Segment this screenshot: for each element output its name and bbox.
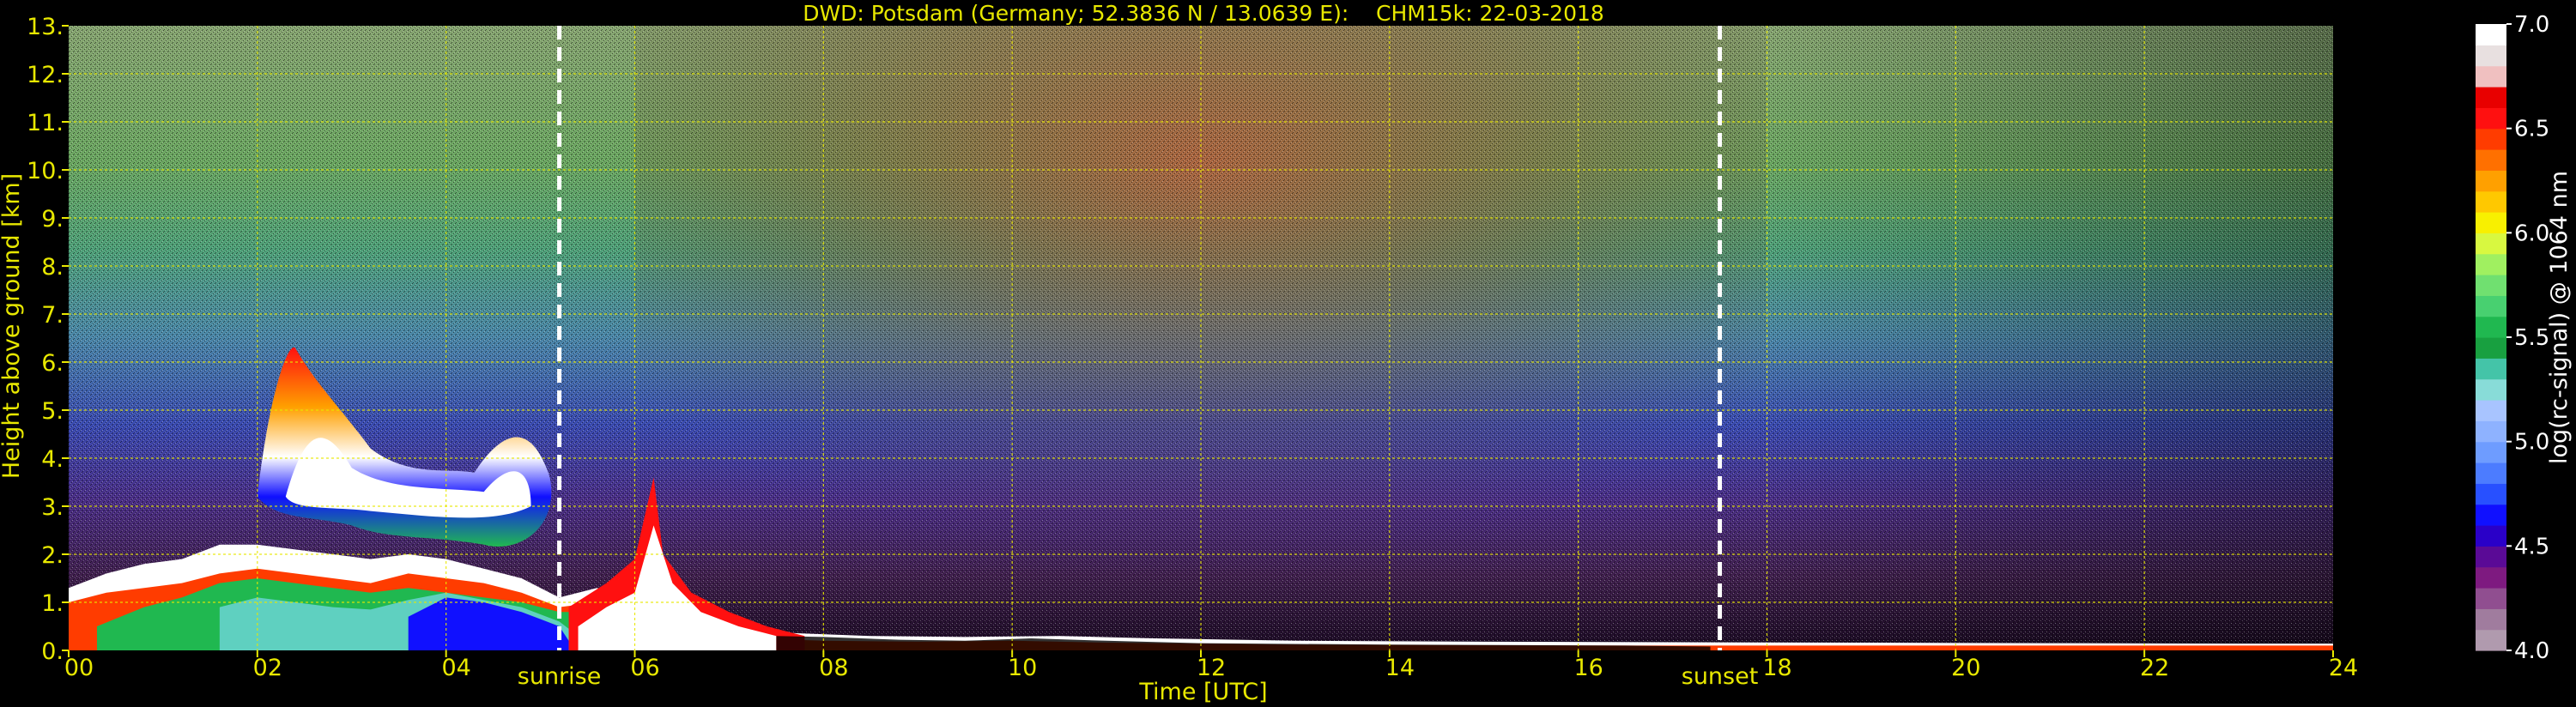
colorbar-segment [2476,190,2506,213]
x-tick-label: 14 [1385,655,1415,681]
colorbar-segment [2476,107,2506,130]
colorbar-tick-label: 6.0 [2514,221,2549,246]
x-tick-label: 02 [253,655,282,681]
x-tick-label: 12 [1197,655,1226,681]
colorbar-segment [2476,337,2506,359]
x-tick-label: 04 [441,655,470,681]
colorbar-tick-label: 5.0 [2514,430,2549,456]
y-tick-label: 4. [41,446,64,473]
x-tick-label: 24 [2329,655,2358,681]
colorbar-segment [2476,170,2506,192]
colorbar-segment [2476,316,2506,338]
colorbar-segment [2476,65,2506,88]
colorbar-segment [2476,149,2506,171]
colorbar-segment [2476,420,2506,443]
x-tick-label: 22 [2140,655,2169,681]
y-tick-label: 5. [41,398,64,425]
colorbar-segment [2476,212,2506,233]
colorbar-segment [2476,546,2506,568]
y-tick-label: 6. [41,350,64,377]
colorbar-segment [2476,525,2506,547]
x-tick-label: 18 [1762,655,1791,681]
x-tick-label: 16 [1573,655,1603,681]
y-tick-label: 0. [41,638,64,665]
ceilometer-chart: sunrise sunset 0. 1. 2. 3. 4. 5. 6. 7. 8. 9. 10. 11.… [0,1,2573,705]
colorbar-segment [2476,566,2506,589]
x-tick-label: 20 [1951,655,1980,681]
colorbar-segment [2476,233,2506,255]
y-tick-label: 13. [27,14,64,40]
y-tick-label: 2. [41,542,64,569]
x-tick-label: 08 [819,655,848,681]
event-label-sunset: sunset [1682,663,1759,690]
colorbar-segment [2476,504,2506,526]
y-axis-label: Height above ground [km] [0,173,25,479]
colorbar-segment [2476,358,2506,380]
x-tick-label: 10 [1008,655,1037,681]
y-tick-label: 10. [27,158,64,184]
colorbar-segment [2476,483,2506,505]
x-tick-label: 00 [64,655,94,681]
colorbar-segment [2476,295,2506,317]
y-tick-label: 11. [27,110,64,136]
colorbar-segment [2476,128,2506,150]
colorbar-label: log(rc-signal) @ 1064 nm [2546,171,2573,464]
y-tick-label: 8. [41,254,64,281]
colorbar-tick-label: 4.5 [2514,534,2549,559]
colorbar-segment [2476,24,2506,45]
colorbar-segment [2476,400,2506,421]
colorbar-tick-label: 6.5 [2514,117,2549,142]
chart-title: DWD: Potsdam (Germany; 52.3836 N / 13.06… [803,1,1604,26]
y-tick-label: 1. [41,590,64,617]
colorbar-tick-label: 5.5 [2514,325,2549,351]
colorbar-segment [2476,87,2506,108]
colorbar-segment [2476,629,2506,651]
colorbar-tick-label: 7.0 [2514,12,2549,38]
colorbar-segment [2476,275,2506,296]
colorbar-tick-label: 4.0 [2514,638,2549,664]
colorbar-segment [2476,588,2506,609]
y-tick-label: 12. [27,62,64,88]
x-axis-label: Time [UTC] [1138,679,1267,705]
colorbar-segment [2476,253,2506,275]
colorbar-segment [2476,462,2506,484]
y-tick-label: 7. [41,302,64,329]
x-tick-label: 06 [630,655,659,681]
y-tick-label: 3. [41,494,64,521]
event-label-sunrise: sunrise [518,663,602,690]
colorbar: 4.0 4.5 5.0 5.5 6.0 6.5 7.0 [2476,12,2549,664]
y-tick-label: 9. [41,206,64,233]
colorbar-segment [2476,608,2506,631]
colorbar-segment [2476,441,2506,463]
colorbar-segment [2476,378,2506,401]
colorbar-segment [2476,45,2506,67]
